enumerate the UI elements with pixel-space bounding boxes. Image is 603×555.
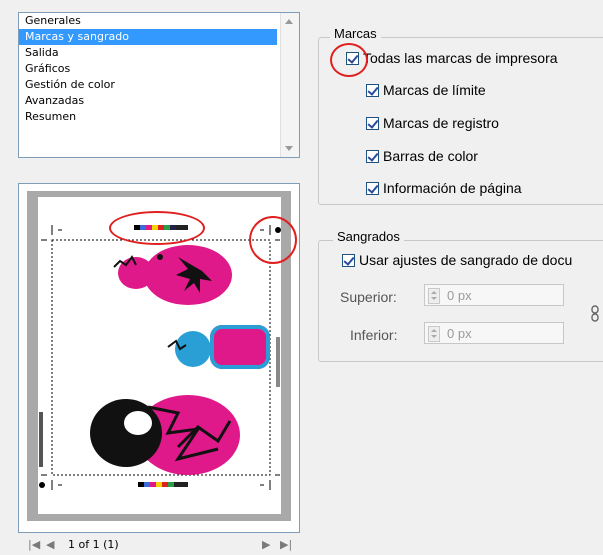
color-bars-checkbox[interactable] [366,149,379,163]
category-list[interactable]: Generales Marcas y sangrado Salida Gráfi… [18,12,300,158]
registration-marks-option[interactable]: Marcas de registro [366,115,499,131]
sangrados-legend: Sangrados [333,229,404,244]
last-page-icon[interactable]: ▶| [280,538,292,551]
highlight-circle [109,211,205,245]
all-marks-option[interactable]: Todas las marcas de impresora [346,50,558,66]
crop-marks-label: Marcas de límite [383,82,486,98]
list-scrollbar[interactable] [280,13,299,157]
highlight-circle [330,43,368,77]
category-item[interactable]: Gráficos [19,61,299,77]
category-item-selected[interactable]: Marcas y sangrado [19,29,277,45]
stepper-icon[interactable] [428,326,440,342]
page-info-checkbox[interactable] [366,181,379,195]
bottom-bleed-field[interactable]: 0 px [424,322,564,344]
highlight-circle [249,216,297,264]
marcas-legend: Marcas [330,26,381,41]
page-info-label: Información de página [383,180,522,196]
registration-mark-icon [39,482,45,488]
bottom-bleed-label: Inferior: [350,327,398,343]
stepper-icon[interactable] [428,288,440,304]
previous-page-icon[interactable]: ◀ [46,538,54,551]
preview-navigation: |◀ ◀ 1 of 1 (1) ▶ ▶| [18,535,300,555]
category-item[interactable]: Gestión de color [19,77,299,93]
doll-middle [167,325,270,369]
crop-marks-option[interactable]: Marcas de límite [366,82,486,98]
category-item[interactable]: Resumen [19,109,299,125]
page-status: 1 of 1 (1) [68,538,119,551]
first-page-icon[interactable]: |◀ [28,538,40,551]
page-info-option[interactable]: Información de página [366,180,522,196]
category-item[interactable]: Generales [19,13,299,29]
use-doc-bleed-option[interactable]: Usar ajustes de sangrado de docu [342,252,572,268]
top-bleed-value: 0 px [447,288,472,303]
scroll-down-icon[interactable] [285,146,293,151]
color-bar-bottom [138,482,188,487]
registration-marks-label: Marcas de registro [383,115,499,131]
next-page-icon[interactable]: ▶ [262,538,270,551]
top-bleed-field[interactable]: 0 px [424,284,564,306]
use-doc-bleed-label: Usar ajustes de sangrado de docu [359,252,573,268]
category-item[interactable]: Avanzadas [19,93,299,109]
all-marks-label: Todas las marcas de impresora [363,50,558,66]
color-bars-label: Barras de color [383,148,478,164]
top-bleed-label: Superior: [340,289,397,305]
registration-marks-checkbox[interactable] [366,116,379,130]
color-bars-option[interactable]: Barras de color [366,148,478,164]
use-doc-bleed-checkbox[interactable] [342,253,355,267]
bottom-bleed-value: 0 px [447,326,472,341]
doll-top [113,245,232,305]
link-chain-icon[interactable] [590,305,600,323]
doll-bottom [90,395,240,475]
crop-marks-checkbox[interactable] [366,83,379,97]
scroll-up-icon[interactable] [285,19,293,24]
category-item[interactable]: Salida [19,45,299,61]
